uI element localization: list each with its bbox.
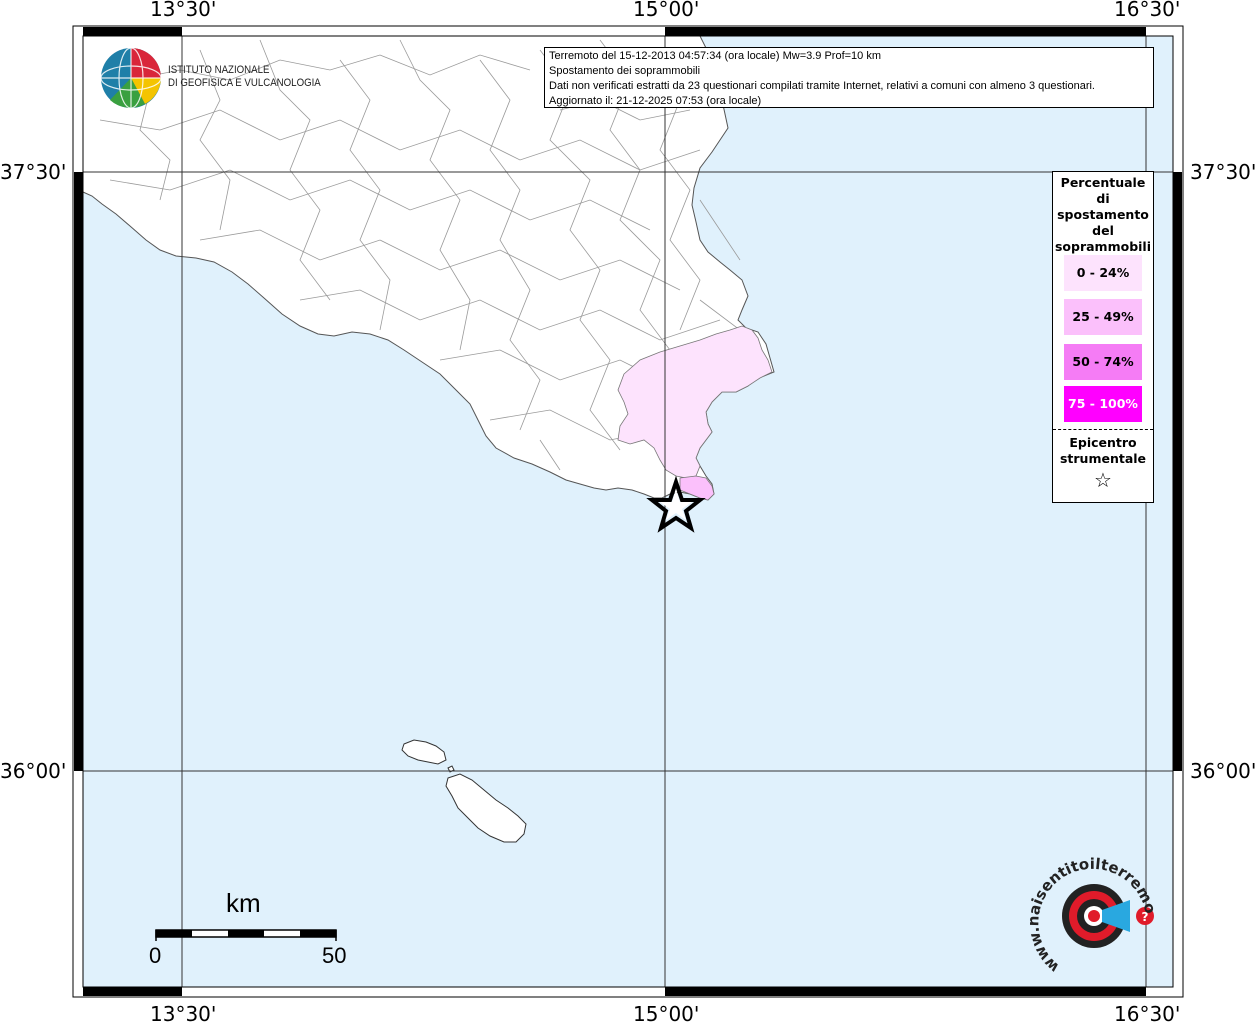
legend-title-line: Percentuale [1060,175,1146,190]
legend-class-0-24: 0 - 24% [1064,255,1142,291]
right-tick-2: 36°00' [1190,759,1255,783]
bottom-tick-1: 13°30' [150,1002,217,1026]
legend-epicenter-label: Epicentro strumentale [1053,435,1153,467]
bottom-tick-2: 15°00' [633,1002,700,1026]
info-source-line: Dati non verificati estratti da 23 quest… [549,80,1095,92]
legend-star-icon: ☆ [1094,468,1112,492]
ingv-logo-text: ISTITUTO NAZIONALE DI GEOFISICA E VULCAN… [168,64,321,90]
left-tick-2: 36°00' [0,759,67,783]
legend-class-25-49: 25 - 49% [1064,299,1142,335]
ingv-globe-logo [100,47,162,109]
top-tick-3: 16°30' [1114,0,1181,21]
legend-title-line: soprammobili [1054,239,1151,254]
earthquake-info-box: Terremoto del 15-12-2013 04:57:34 (ora l… [544,47,1154,108]
legend-epicenter-line: strumentale [1059,451,1147,466]
legend-title: Percentuale di spostamento del soprammob… [1053,175,1153,255]
top-tick-1: 13°30' [150,0,217,21]
svg-text:www.haisentitoilterremoto.it: www.haisentitoilterremoto.it [1030,850,1160,976]
info-updated-line: Aggiornato il: 21-12-2025 07:53 (ora loc… [549,95,762,107]
legend-class-50-74: 50 - 74% [1064,344,1142,380]
legend-title-line: di [1096,191,1110,206]
haisentitoilterremoto-text: www.haisentitoilterremoto.it [1030,850,1160,976]
right-tick-1: 37°30' [1190,160,1255,184]
top-tick-2: 15°00' [633,0,700,21]
legend-class-75-100: 75 - 100% [1064,386,1142,422]
legend-title-line: spostamento [1057,207,1149,222]
scale-bar-end: 50 [322,943,347,968]
legend-divider [1053,429,1153,430]
info-event-line: Terremoto del 15-12-2013 04:57:34 (ora l… [549,50,882,62]
scale-bar-unit: km [226,888,261,918]
ingv-logo-line2: DI GEOFISICA E VULCANOLOGIA [168,77,321,89]
legend: Percentuale di spostamento del soprammob… [1052,171,1154,503]
scale-bar-start: 0 [149,943,162,968]
bottom-tick-3: 16°30' [1114,1002,1181,1026]
info-parameter-line: Spostamento dei soprammobili [549,65,701,77]
legend-epicenter-line: Epicentro [1069,435,1137,450]
legend-title-line: del [1092,223,1114,238]
left-tick-1: 37°30' [0,160,67,184]
ingv-logo-line1: ISTITUTO NAZIONALE [168,64,270,76]
